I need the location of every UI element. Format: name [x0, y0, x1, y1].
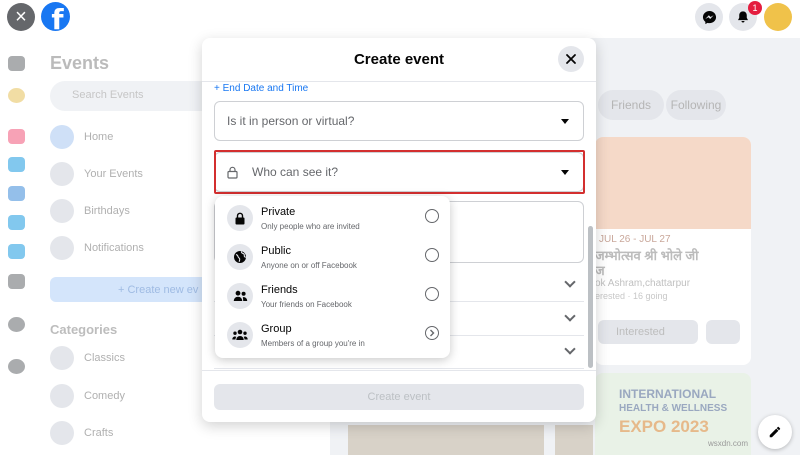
watermark: wsxdn.com — [708, 439, 749, 448]
bell-icon — [738, 11, 748, 23]
home-icon[interactable] — [8, 56, 25, 71]
radio-button[interactable] — [425, 287, 439, 301]
avatar[interactable] — [764, 3, 792, 31]
category-item-crafts[interactable]: Crafts — [50, 420, 113, 446]
user-icon — [50, 162, 74, 186]
watch-icon[interactable] — [8, 157, 25, 172]
sidebar-item-label: Notifications — [84, 242, 144, 254]
category-label: Classics — [84, 352, 125, 364]
sidebar-item-your-events[interactable]: Your Events — [50, 161, 143, 187]
cake-icon — [50, 199, 74, 223]
sidebar-item-label: Home — [84, 131, 114, 143]
chevron-right-icon[interactable] — [425, 326, 439, 340]
new-message-button[interactable] — [758, 415, 792, 449]
chevron-down-icon — [564, 310, 576, 322]
expo-line3: EXPO 2023 — [619, 417, 709, 436]
category-item-comedy[interactable]: Comedy — [50, 383, 125, 409]
messenger-icon — [702, 10, 716, 24]
sidebar-item-label: Birthdays — [84, 205, 130, 217]
calendar-icon[interactable] — [8, 129, 25, 144]
bell-icon — [50, 236, 74, 260]
option-description: Only people who are invited — [261, 222, 360, 231]
privacy-dropdown: Private Only people who are invited Publ… — [215, 196, 450, 358]
event-location: ok Ashram,chattarpur — [595, 278, 691, 289]
option-description: Members of a group you're in — [261, 339, 365, 348]
crafts-icon — [50, 421, 74, 445]
comedy-icon — [50, 384, 74, 408]
privacy-option-private[interactable]: Private Only people who are invited — [215, 199, 450, 238]
link-icon[interactable] — [8, 359, 25, 374]
location-type-select[interactable]: Is it in person or virtual? — [214, 101, 584, 141]
expo-line2: HEALTH & WELLNESS — [619, 403, 728, 414]
people-icon[interactable] — [8, 186, 25, 201]
notification-badge: 1 — [748, 1, 762, 15]
groups-icon[interactable] — [8, 317, 25, 332]
friends-icon — [227, 283, 253, 309]
event-meta: erested · 16 going — [595, 291, 668, 301]
expo-line1: INTERNATIONAL — [619, 387, 717, 401]
interested-button[interactable]: Interested — [598, 320, 698, 344]
event-thumbnail[interactable] — [348, 425, 544, 455]
location-type-placeholder: Is it in person or virtual? — [227, 114, 355, 128]
modal-footer: Create event — [202, 370, 596, 422]
option-description: Your friends on Facebook — [261, 300, 352, 309]
event-thumbnail[interactable] — [555, 425, 593, 455]
category-label: Crafts — [84, 427, 114, 439]
filter-pill-following[interactable]: Following — [666, 90, 726, 120]
categories-title: Categories — [50, 322, 118, 337]
edit-icon — [769, 426, 781, 438]
radio-button[interactable] — [425, 248, 439, 262]
privacy-option-group[interactable]: Group Members of a group you're in — [215, 316, 450, 355]
category-label: Comedy — [84, 390, 125, 402]
event-banner-image — [595, 137, 751, 229]
left-rail — [0, 38, 34, 455]
event-date: JUL 26 - JUL 27 — [599, 234, 671, 245]
modal-title: Create event — [353, 51, 445, 68]
sidebar-title: Events — [50, 53, 110, 73]
close-icon — [566, 54, 576, 64]
option-description: Anyone on or off Facebook — [261, 261, 357, 270]
profile-icon[interactable] — [8, 88, 25, 103]
filter-pill-friends[interactable]: Friends — [598, 90, 664, 120]
modal-header: Create event — [202, 38, 596, 82]
privacy-select-highlight — [214, 150, 585, 194]
lock-icon — [227, 205, 253, 231]
option-label: Friends — [261, 284, 298, 296]
chevron-down-icon — [564, 343, 576, 355]
option-label: Group — [261, 323, 292, 335]
facebook-logo[interactable]: f — [41, 2, 70, 31]
sidebar-item-notifications[interactable]: Notifications — [50, 235, 144, 261]
chevron-down-icon — [564, 276, 576, 288]
top-bar: × f 1 — [0, 0, 800, 38]
sidebar-item-birthdays[interactable]: Birthdays — [50, 198, 130, 224]
sidebar-item-label: Your Events — [84, 168, 143, 180]
search-placeholder: Search Events — [72, 89, 144, 101]
event-title-line1: जम्भोत्सव श्री भोले जी — [595, 248, 699, 263]
category-item-classics[interactable]: Classics — [50, 345, 125, 371]
create-event-button[interactable]: Create event — [214, 384, 584, 410]
modal-close-button[interactable] — [558, 46, 584, 72]
option-label: Public — [261, 245, 291, 257]
privacy-option-public[interactable]: Public Anyone on or off Facebook — [215, 238, 450, 277]
globe-icon — [227, 244, 253, 270]
home-calendar-icon — [50, 125, 74, 149]
classics-icon — [50, 346, 74, 370]
end-date-time-link[interactable]: + End Date and Time — [214, 83, 308, 94]
radio-button[interactable] — [425, 209, 439, 223]
messenger-button[interactable] — [695, 3, 723, 31]
sidebar-item-home[interactable]: Home — [50, 124, 113, 150]
option-label: Private — [261, 206, 296, 218]
gaming-icon[interactable] — [8, 244, 25, 259]
privacy-option-friends[interactable]: Friends Your friends on Facebook — [215, 277, 450, 316]
event-title-line2: ज — [595, 263, 605, 278]
marketplace-icon[interactable] — [8, 215, 25, 230]
caret-down-icon — [561, 119, 569, 124]
modal-scrollbar[interactable] — [588, 226, 593, 368]
group-icon — [227, 322, 253, 348]
share-button[interactable] — [706, 320, 740, 344]
close-icon[interactable]: × — [7, 3, 35, 31]
apps-grid-icon[interactable] — [8, 274, 25, 289]
